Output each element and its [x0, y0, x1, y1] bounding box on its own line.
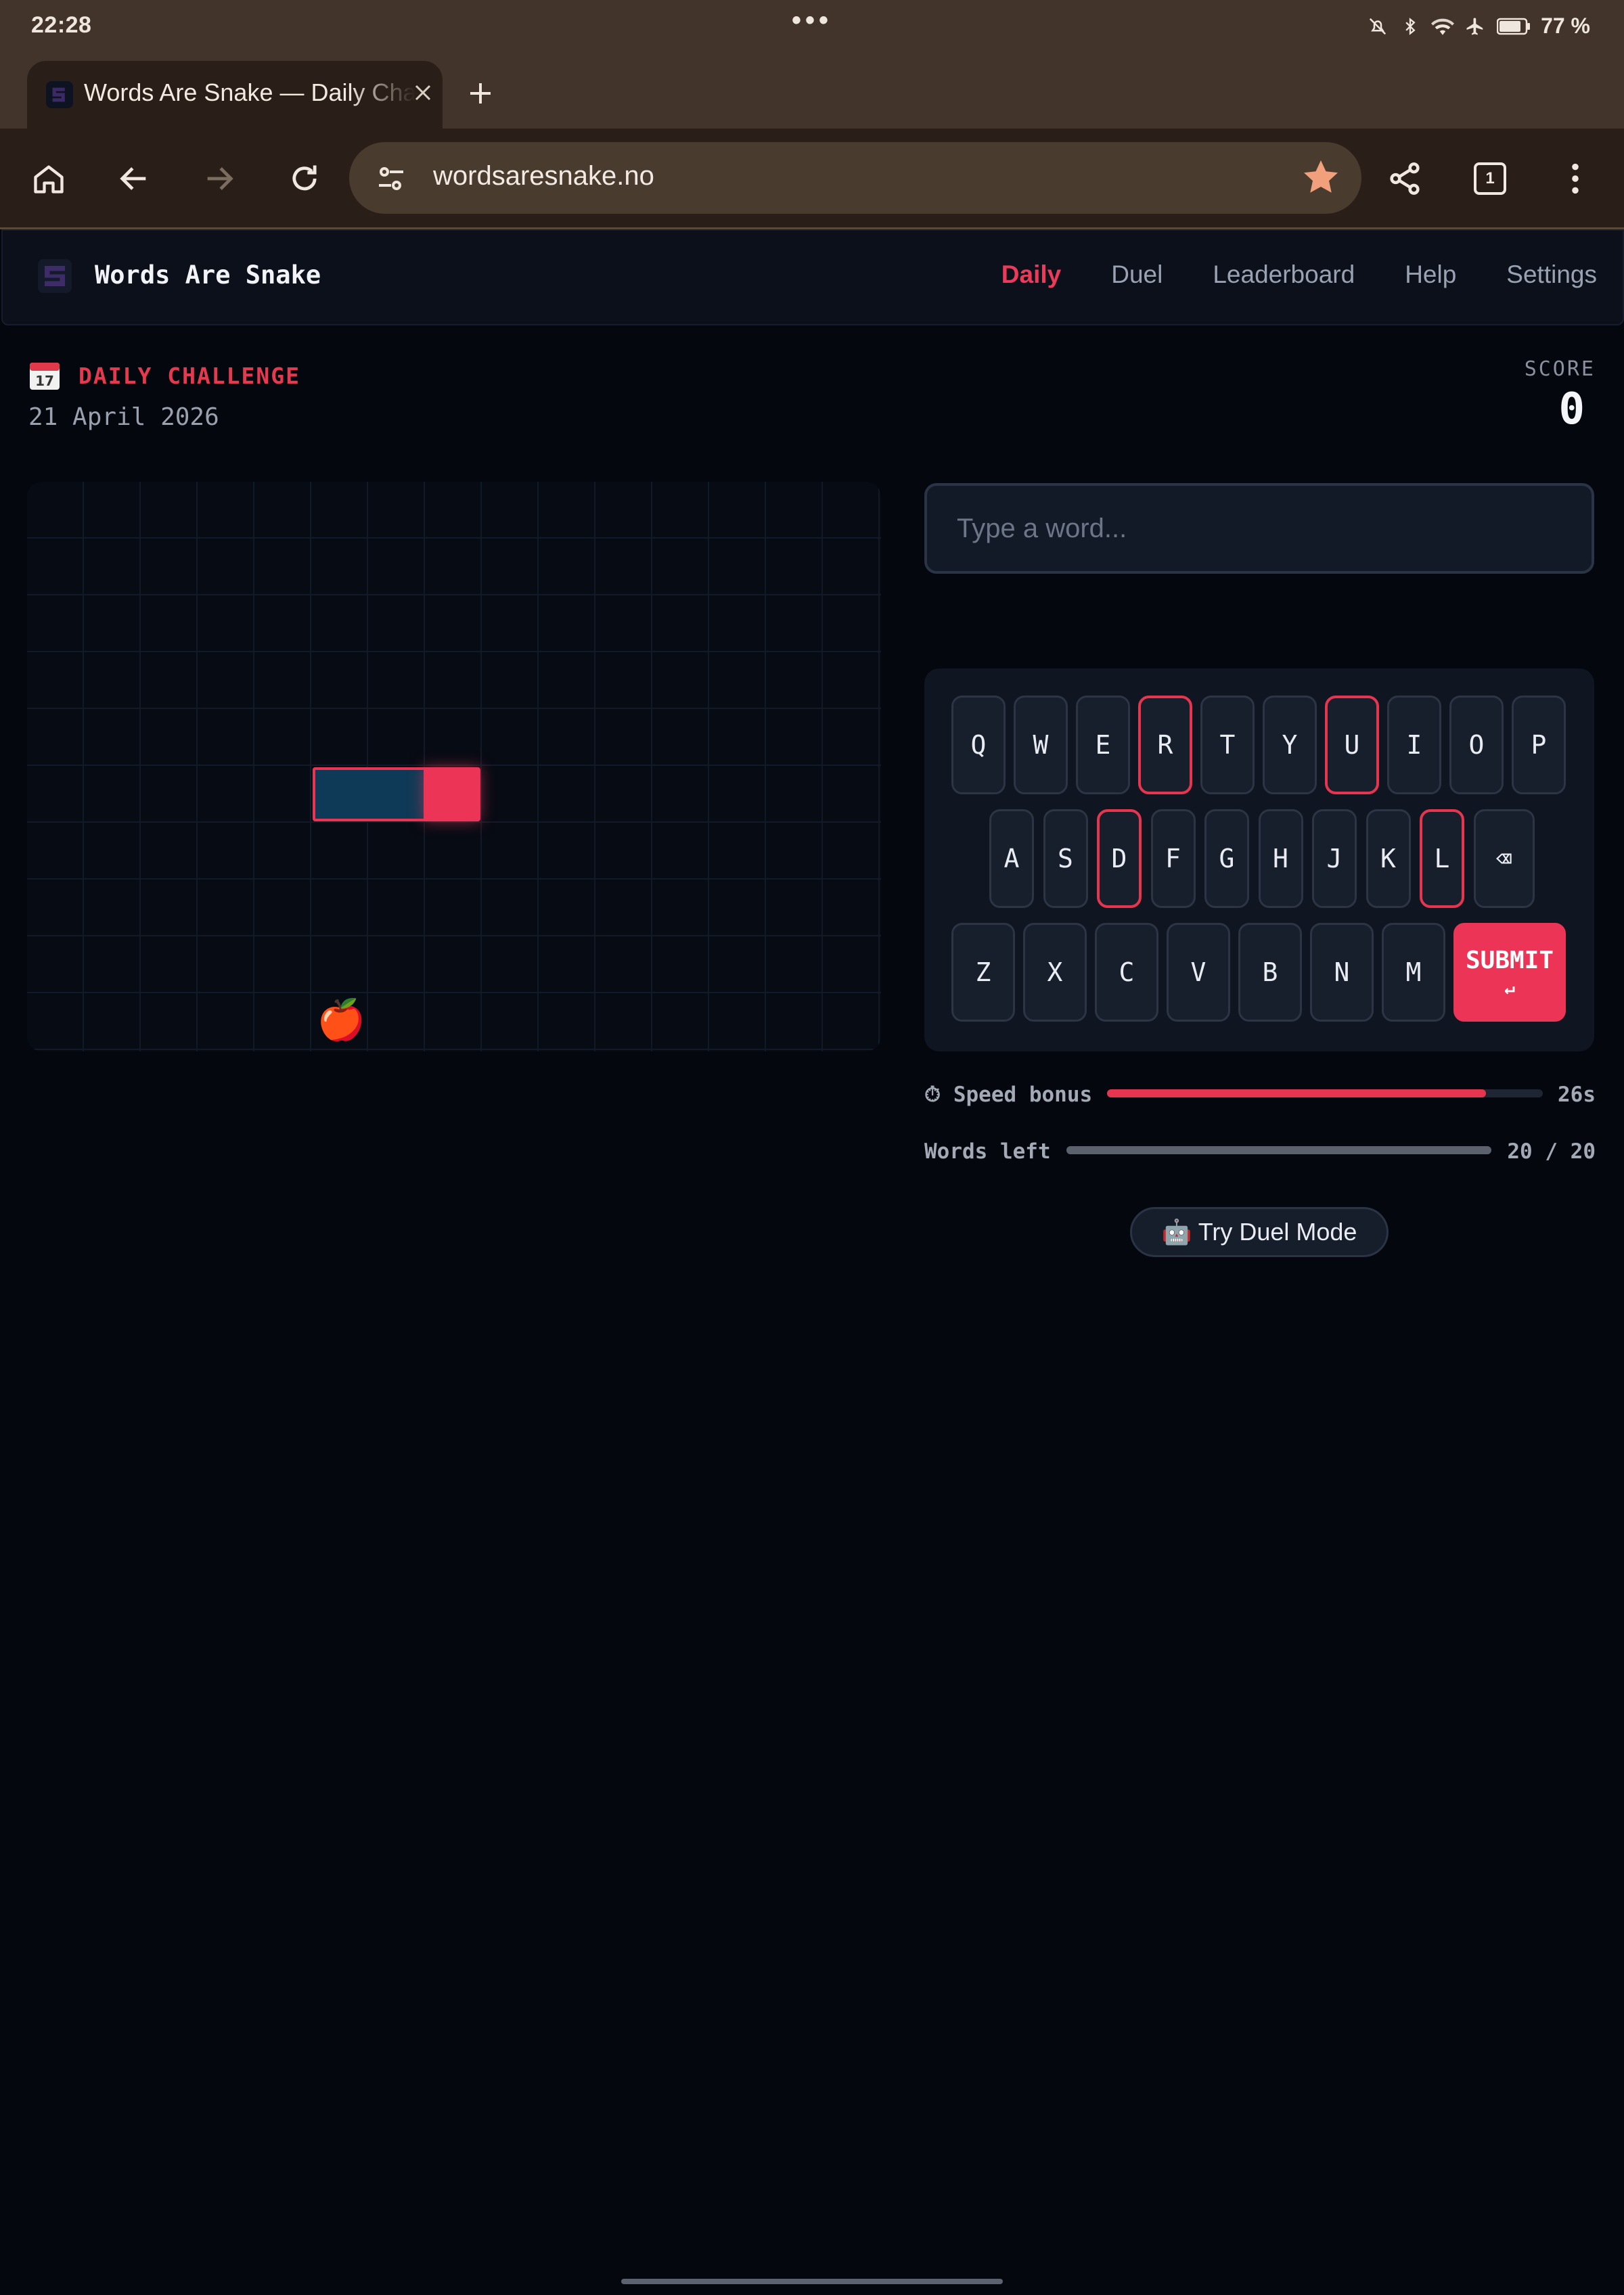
- battery-icon: [1496, 15, 1531, 38]
- nav-leaderboard[interactable]: Leaderboard: [1213, 260, 1355, 289]
- words-left-label: Words left: [924, 1139, 1051, 1164]
- reload-icon[interactable]: [280, 154, 329, 203]
- submit-button[interactable]: SUBMIT ↵: [1453, 923, 1566, 1022]
- key-v[interactable]: V: [1167, 923, 1230, 1022]
- tab-title: Words Are Snake — Daily Challenge: [84, 78, 415, 106]
- home-icon[interactable]: [24, 154, 73, 203]
- bookmark-star-icon[interactable]: [1301, 157, 1341, 198]
- key-e[interactable]: E: [1076, 696, 1130, 794]
- browser-toolbar: wordsaresnake.no 1: [0, 129, 1624, 229]
- nav-daily[interactable]: Daily: [1001, 260, 1061, 289]
- svg-text:17: 17: [35, 373, 54, 389]
- key-x[interactable]: X: [1023, 923, 1087, 1022]
- site-brand[interactable]: Words Are Snake: [95, 260, 321, 290]
- words-left-value: 20 / 20: [1507, 1139, 1596, 1164]
- home-indicator[interactable]: [621, 2279, 1003, 2284]
- key-a[interactable]: A: [989, 809, 1034, 908]
- nav-settings[interactable]: Settings: [1506, 260, 1597, 289]
- airplane-icon: [1464, 15, 1487, 38]
- words-left-fill: [1066, 1146, 1491, 1154]
- key-k[interactable]: K: [1366, 809, 1411, 908]
- speed-bonus-fill: [1107, 1089, 1487, 1097]
- calendar-icon: 17: [28, 360, 61, 391]
- main-nav: Daily Duel Leaderboard Help Settings: [1001, 260, 1597, 289]
- apple-icon: 🍎: [317, 998, 366, 1042]
- url-text: wordsaresnake.no: [433, 161, 654, 191]
- key-h[interactable]: H: [1258, 809, 1303, 908]
- wifi-icon: [1431, 15, 1455, 38]
- more-dots-icon: •••: [792, 5, 833, 35]
- word-input[interactable]: [924, 483, 1594, 574]
- speed-bonus-track: [1107, 1089, 1543, 1097]
- tab-switcher-icon[interactable]: 1: [1466, 154, 1514, 203]
- key-s[interactable]: S: [1043, 809, 1088, 908]
- score-label: SCORE: [1524, 357, 1596, 381]
- key-f[interactable]: F: [1150, 809, 1196, 908]
- status-bar: 22:28 ••• 77 %: [0, 0, 1624, 57]
- key-o[interactable]: O: [1449, 696, 1504, 794]
- site-settings-icon[interactable]: [375, 162, 407, 195]
- battery-percent: 77 %: [1541, 14, 1590, 38]
- words-left-track: [1066, 1146, 1491, 1154]
- submit-label: SUBMIT: [1465, 946, 1554, 974]
- key-z[interactable]: Z: [951, 923, 1015, 1022]
- key-m[interactable]: M: [1382, 923, 1445, 1022]
- key-c[interactable]: C: [1095, 923, 1158, 1022]
- key-w[interactable]: W: [1014, 696, 1068, 794]
- key-y[interactable]: Y: [1263, 696, 1317, 794]
- back-icon[interactable]: [110, 154, 158, 203]
- logo-icon[interactable]: [38, 259, 72, 293]
- share-icon[interactable]: [1380, 154, 1429, 203]
- key-p[interactable]: P: [1512, 696, 1566, 794]
- daily-challenge-label: DAILY CHALLENGE: [78, 363, 301, 389]
- browser-tab[interactable]: Words Are Snake — Daily Challenge: [27, 61, 443, 129]
- key-g[interactable]: G: [1204, 809, 1249, 908]
- tab-count: 1: [1474, 162, 1506, 195]
- key-l[interactable]: L: [1420, 809, 1464, 908]
- speed-bonus-label: ⏱ Speed bonus: [924, 1083, 1093, 1107]
- key-j[interactable]: J: [1312, 809, 1357, 908]
- favicon-icon: [46, 81, 73, 108]
- backspace-key[interactable]: ⌫: [1473, 809, 1535, 908]
- key-b[interactable]: B: [1238, 923, 1302, 1022]
- menu-dots-icon[interactable]: [1551, 154, 1600, 203]
- challenge-date: 21 April 2026: [28, 403, 219, 431]
- bluetooth-icon: [1399, 15, 1422, 38]
- key-d[interactable]: D: [1097, 809, 1142, 908]
- nav-help[interactable]: Help: [1405, 260, 1456, 289]
- key-q[interactable]: Q: [951, 696, 1006, 794]
- snake-body: [313, 767, 424, 821]
- nav-duel[interactable]: Duel: [1111, 260, 1163, 289]
- status-time: 22:28: [31, 12, 92, 38]
- close-tab-icon[interactable]: [406, 76, 440, 110]
- game-board: 🍎: [27, 482, 881, 1051]
- address-bar[interactable]: wordsaresnake.no: [349, 142, 1361, 214]
- site-header: Words Are Snake Daily Duel Leaderboard H…: [1, 229, 1624, 325]
- key-n[interactable]: N: [1310, 923, 1374, 1022]
- try-duel-mode-button[interactable]: 🤖 Try Duel Mode: [1130, 1207, 1389, 1257]
- key-i[interactable]: I: [1387, 696, 1441, 794]
- status-icons: 77 %: [1366, 14, 1590, 39]
- new-tab-icon[interactable]: [461, 74, 499, 112]
- forward-icon[interactable]: [195, 154, 244, 203]
- score-value: 0: [1558, 384, 1585, 434]
- enter-arrow-icon: ↵: [1504, 978, 1515, 999]
- key-r[interactable]: R: [1138, 696, 1192, 794]
- speed-bonus-value: 26s: [1558, 1083, 1596, 1107]
- key-t[interactable]: T: [1200, 696, 1255, 794]
- on-screen-keyboard: Q W E R T Y U I O P A S D F G H J K L ⌫ Z X C V B N M SUBMIT ↵: [924, 668, 1594, 1051]
- bell-off-icon: [1366, 15, 1389, 38]
- snake-head: [424, 767, 480, 821]
- key-u[interactable]: U: [1325, 696, 1379, 794]
- tab-strip: Words Are Snake — Daily Challenge: [0, 57, 1624, 129]
